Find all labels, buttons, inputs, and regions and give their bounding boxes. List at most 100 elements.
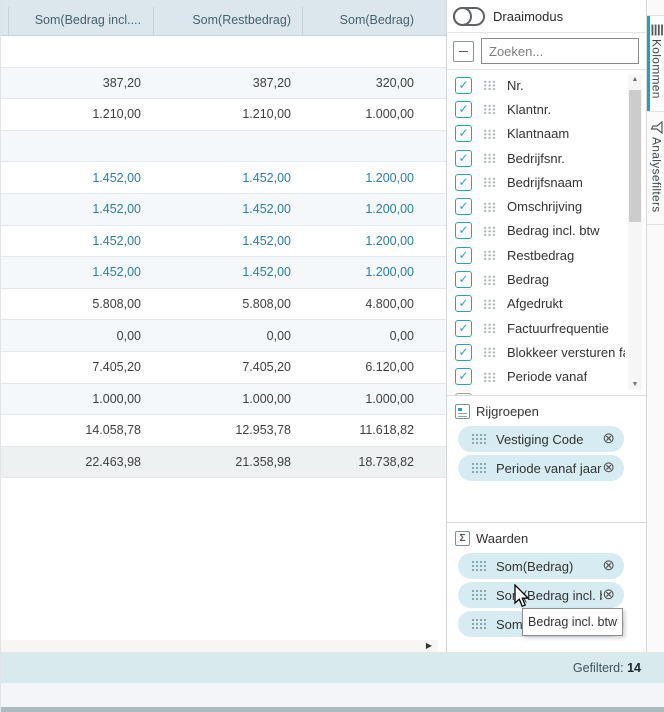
scrollbar-thumb[interactable] [629,90,641,222]
drag-handle-icon[interactable] [483,226,497,236]
pivot-grid-window: Som(Bedrag incl....Som(Restbedrag)Som(Be… [0,0,664,712]
table-cell: 1.200,00 [302,171,446,185]
remove-icon[interactable]: ⊗ [602,460,615,476]
table-cell: 1.200,00 [302,265,446,279]
field-list-item[interactable]: ✓Periode vanaf [447,365,646,389]
field-checkbox[interactable]: ✓ [455,368,472,385]
table-cell: 1.000,00 [1,392,153,406]
tooltip: Bedrag incl. btw [522,608,623,636]
drag-handle-icon[interactable] [483,177,497,187]
field-list-item[interactable]: ✓Omschrijving [447,194,646,218]
bottom-edge-bar [1,707,664,712]
table-cell: 1.452,00 [1,202,153,216]
field-list-item[interactable]: ✓Bedrijfsnr. [447,146,646,170]
field-checkbox[interactable]: ✓ [455,344,472,361]
field-list-scrollbar[interactable]: ▲ ▼ [628,74,642,390]
drag-handle-icon[interactable] [483,250,497,260]
field-list-item[interactable]: ✓Nr. [447,73,646,97]
field-list-item[interactable]: ✓Factuurfrequentie [447,316,646,340]
column-header[interactable]: Som(Bedrag incl.... [9,7,153,35]
pivot-chip[interactable]: Vestiging Code⊗ [458,426,624,452]
drag-handle-icon[interactable] [483,80,497,90]
horizontal-scrollbar[interactable]: ▶ [1,640,438,652]
table-row[interactable] [1,36,446,68]
drag-handle-icon[interactable] [483,323,497,333]
table-cell: 1.000,00 [153,392,302,406]
table-row[interactable]: 1.452,001.452,001.200,00 [1,162,446,194]
field-checkbox[interactable]: ✓ [455,101,472,118]
table-row[interactable]: 5.808,005.808,004.800,00 [1,289,446,321]
drag-handle-icon[interactable] [483,104,497,114]
column-header[interactable]: Som(Restbedrag) [153,7,302,35]
field-label: Bedrag incl. btw [507,223,600,238]
grid-header: Som(Bedrag incl....Som(Restbedrag)Som(Be… [1,0,446,36]
table-row[interactable]: 22.463,9821.358,9818.738,82 [1,447,446,479]
field-checkbox[interactable]: ✓ [455,174,472,191]
field-list-item[interactable]: ✓Restbedrag [447,243,646,267]
table-cell: 387,20 [1,76,153,90]
drag-handle-icon[interactable] [471,618,486,630]
field-label: Afgedrukt [507,296,563,311]
field-label: Bedrag [507,272,549,287]
drag-handle-icon[interactable] [483,153,497,163]
field-checkbox[interactable]: ✓ [455,295,472,312]
tab-kolommen[interactable]: Kolommen [647,15,664,112]
field-list-item[interactable]: Periode vanaf jaar [447,389,646,396]
field-checkbox[interactable]: ✓ [455,77,472,94]
column-header[interactable]: Som(Bedrag) [302,7,446,35]
table-row[interactable]: 1.452,001.452,001.200,00 [1,194,446,226]
field-checkbox[interactable]: ✓ [455,247,472,264]
field-list-item[interactable]: ✓Bedrijfsnaam [447,170,646,194]
field-list-item[interactable]: ✓Blokkeer versturen factu [447,340,646,364]
scroll-up-arrow[interactable]: ▲ [628,76,642,83]
drag-handle-icon[interactable] [471,560,486,572]
drag-handle-icon[interactable] [483,129,497,139]
remove-icon[interactable]: ⊗ [602,558,615,574]
tab-analysefilters[interactable]: Analysefilters [647,113,664,225]
field-checkbox[interactable]: ✓ [455,150,472,167]
table-cell: 0,00 [302,329,446,343]
drag-handle-icon[interactable] [471,433,486,445]
field-checkbox[interactable]: ✓ [455,271,472,288]
field-list: ▲ ▼ ✓Nr.✓Klantnr.✓Klantnaam✓Bedrijfsnr.✓… [447,70,646,396]
table-row[interactable]: 1.452,001.452,001.200,00 [1,226,446,258]
drag-handle-icon[interactable] [483,299,497,309]
field-list-item[interactable]: ✓ Bedrag [447,267,646,291]
drag-handle-icon[interactable] [483,275,497,285]
scroll-right-arrow[interactable]: ▶ [426,641,432,651]
field-list-item[interactable]: ✓Klantnr. [447,97,646,121]
select-all-checkbox[interactable] [453,41,474,62]
pivot-mode-toggle[interactable] [453,7,485,26]
field-list-item[interactable]: ✓ Bedrag incl. btw [447,219,646,243]
columns-icon [651,24,663,36]
drag-handle-icon[interactable] [483,347,497,357]
table-row[interactable] [1,131,446,163]
field-checkbox[interactable]: ✓ [455,125,472,142]
pivot-chip[interactable]: Periode vanaf jaar⊗ [458,455,624,481]
table-row[interactable]: 1.000,001.000,001.000,00 [1,384,446,416]
table-row[interactable]: 1.210,001.210,001.000,00 [1,99,446,131]
table-row[interactable]: 7.405,207.405,206.120,00 [1,352,446,384]
drag-handle-icon[interactable] [471,589,486,601]
remove-icon[interactable]: ⊗ [602,431,615,447]
field-list-item[interactable]: ✓Klantnaam [447,122,646,146]
remove-icon[interactable]: ⊗ [602,587,615,603]
drag-handle-icon[interactable] [471,462,486,474]
drag-handle-icon[interactable] [483,202,497,212]
scroll-down-arrow[interactable]: ▼ [628,381,642,388]
table-row[interactable]: 14.058,7812.953,7811.618,82 [1,415,446,447]
row-groups-icon [455,404,470,419]
table-row[interactable]: 1.452,001.452,001.200,00 [1,257,446,289]
grid-body: 387,20387,20320,001.210,001.210,001.000,… [1,36,446,478]
field-checkbox[interactable]: ✓ [455,222,472,239]
field-checkbox[interactable]: ✓ [455,198,472,215]
table-cell: 1.452,00 [153,265,302,279]
table-row[interactable]: 387,20387,20320,00 [1,68,446,100]
field-list-item[interactable]: ✓ Afgedrukt [447,292,646,316]
pivot-chip[interactable]: Som(Bedrag incl. bt...⊗ [458,582,624,608]
search-input[interactable] [481,38,639,64]
drag-handle-icon[interactable] [483,372,497,382]
pivot-chip[interactable]: Som(Bedrag)⊗ [458,553,624,579]
field-checkbox[interactable]: ✓ [455,320,472,337]
table-row[interactable]: 0,000,000,00 [1,320,446,352]
